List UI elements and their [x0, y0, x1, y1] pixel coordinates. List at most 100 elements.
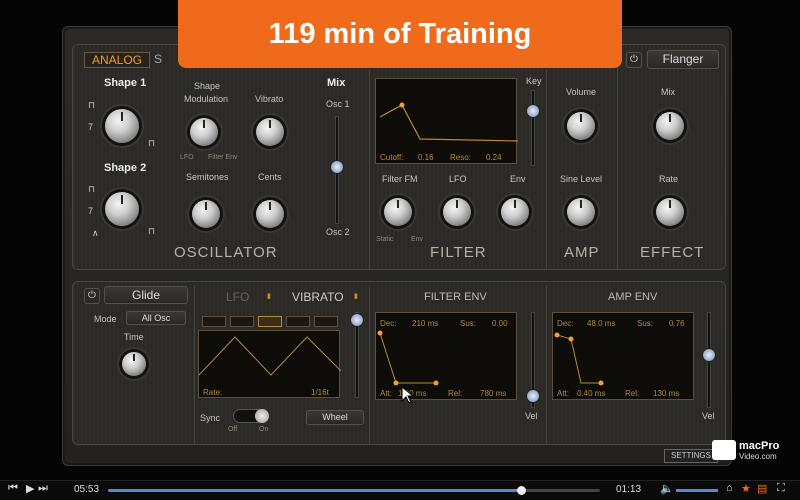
key-slider-track[interactable]	[531, 90, 535, 166]
star-icon[interactable]: ★	[741, 482, 751, 495]
filter-display[interactable]: Cutoff: 0.16 Reso: 0.24	[375, 78, 519, 164]
amp-env-display[interactable]: Dec: 48.0 ms Sus: 0.76 Att: 0.40 ms Rel:…	[552, 312, 694, 400]
square-wave-icon: ⊓	[88, 184, 96, 194]
lfo-shape-square-button[interactable]	[202, 316, 226, 327]
filter-env-knob[interactable]	[501, 198, 529, 226]
lfo-lock-icon[interactable]: ▮	[267, 292, 271, 300]
num-7-a: 7	[88, 122, 94, 132]
training-banner: 119 min of Training	[178, 0, 622, 68]
effect-selector[interactable]: Flanger	[647, 50, 719, 69]
glide-button[interactable]: Glide	[104, 286, 188, 304]
amp-vel-label: Vel	[702, 411, 715, 421]
progress-fill	[108, 489, 522, 492]
sine-level-label: Sine Level	[560, 174, 603, 184]
vibrato-label: Vibrato	[255, 94, 284, 104]
amp-sus-label: Sus:	[637, 319, 654, 328]
osc1-label: Osc 1	[326, 99, 350, 109]
logo-text: macPro	[739, 440, 780, 452]
divider	[617, 46, 618, 270]
lfo-shape-triangle-button[interactable]	[258, 316, 282, 327]
effect-mix-knob[interactable]	[656, 112, 684, 140]
semitones-knob[interactable]	[192, 200, 220, 228]
sync-label: Sync	[200, 413, 221, 423]
shape2-label: Shape 2	[104, 162, 147, 174]
cents-label: Cents	[258, 172, 282, 182]
triangle-wave-icon: ∧	[92, 228, 99, 238]
fast-forward-icon[interactable]: ⏭	[38, 482, 48, 495]
shape1-knob[interactable]	[105, 109, 139, 143]
filter-env-tag: Filter Env	[208, 154, 238, 161]
cents-knob[interactable]	[256, 200, 284, 228]
macprovideo-logo: macPro Video.com	[712, 436, 792, 464]
mouse-cursor-icon	[401, 386, 413, 404]
lfo-tag: LFO	[180, 154, 194, 161]
filter-lfo-label: LFO	[449, 174, 467, 184]
effect-mix-label: Mix	[661, 87, 675, 97]
tab-vibrato[interactable]: VIBRATO	[292, 290, 344, 304]
vibrato-knob[interactable]	[256, 118, 284, 146]
lfo-slider-thumb[interactable]	[350, 313, 364, 327]
vibrato-lock-icon[interactable]: ▮	[354, 292, 358, 300]
tab-partial[interactable]: S	[154, 52, 162, 66]
static-tag: Static	[376, 236, 394, 243]
filter-sus-label: Sus:	[460, 319, 477, 328]
volume-label: Volume	[566, 87, 597, 97]
osc2-label: Osc 2	[326, 227, 350, 237]
elapsed-time: 05:53	[74, 484, 100, 495]
amp-sus-value: 0.76	[669, 319, 685, 328]
volume-knob[interactable]	[567, 112, 595, 140]
filter-vel-label: Vel	[525, 411, 538, 421]
filter-fm-knob[interactable]	[384, 198, 412, 226]
filter-rel-label: Rel:	[448, 389, 463, 398]
filter-sus-value: 0.00	[492, 319, 508, 328]
rate-label: Rate:	[203, 388, 223, 397]
mix-slider-thumb[interactable]	[330, 160, 344, 174]
shape-modulation-knob[interactable]	[190, 118, 218, 146]
filter-env-title: FILTER ENV	[424, 291, 487, 303]
lfo-shape-random-button[interactable]	[314, 316, 338, 327]
sine-level-knob[interactable]	[567, 198, 595, 226]
divider	[369, 70, 370, 270]
shape-mod-label-2: Modulation	[184, 94, 229, 104]
fullscreen-icon[interactable]: ⛶	[777, 482, 785, 495]
amp-dec-label: Dec:	[557, 319, 574, 328]
filter-env-display[interactable]: Dec: 210 ms Sus: 0.00 Att: 1.00 ms Rel: …	[375, 312, 517, 400]
sync-toggle[interactable]	[233, 409, 269, 423]
tab-analog[interactable]: ANALOG	[84, 52, 150, 68]
divider	[194, 286, 195, 444]
pulse-wave-icon: ⊓	[148, 226, 156, 236]
volume-slider[interactable]	[676, 489, 718, 492]
lfo-display[interactable]: Rate: 1/16t	[198, 330, 342, 398]
filter-lfo-knob[interactable]	[443, 198, 471, 226]
shape2-knob[interactable]	[105, 192, 139, 226]
volume-icon[interactable]: 🔈	[660, 482, 674, 495]
amp-vel-slider-thumb[interactable]	[702, 348, 716, 362]
effect-power-icon[interactable]: ⏻	[626, 52, 642, 68]
glide-time-knob[interactable]	[122, 352, 146, 376]
effect-rate-knob[interactable]	[656, 198, 684, 226]
key-slider-thumb[interactable]	[526, 104, 540, 118]
logo-subtext: Video.com	[739, 452, 777, 461]
wheel-button[interactable]: Wheel	[306, 410, 364, 425]
filter-att-label: Att:	[380, 389, 393, 398]
settings-button[interactable]: SETTINGS	[664, 449, 718, 463]
mode-selector[interactable]: All Osc	[126, 311, 186, 325]
rewind-icon[interactable]: ⏮	[8, 482, 18, 495]
filter-dec-value: 210 ms	[412, 319, 439, 328]
lfo-shape-saw-button[interactable]	[230, 316, 254, 327]
mode-label: Mode	[94, 314, 117, 324]
off-label: Off	[228, 426, 238, 433]
effect-title: EFFECT	[640, 244, 705, 261]
filter-vel-slider-thumb[interactable]	[526, 389, 540, 403]
play-icon[interactable]: ▶	[26, 482, 34, 495]
num-7-b: 7	[88, 206, 94, 216]
document-icon[interactable]: ▤	[757, 482, 767, 495]
divider	[369, 286, 370, 444]
tab-lfo[interactable]: LFO	[226, 290, 249, 304]
home-icon[interactable]: ⌂	[726, 482, 733, 494]
reso-label: Reso:	[450, 153, 471, 162]
glide-power-icon[interactable]: ⏻	[84, 288, 100, 304]
lfo-shape-pulse-button[interactable]	[286, 316, 310, 327]
time-label: Time	[124, 332, 144, 342]
semitones-label: Semitones	[186, 172, 229, 182]
